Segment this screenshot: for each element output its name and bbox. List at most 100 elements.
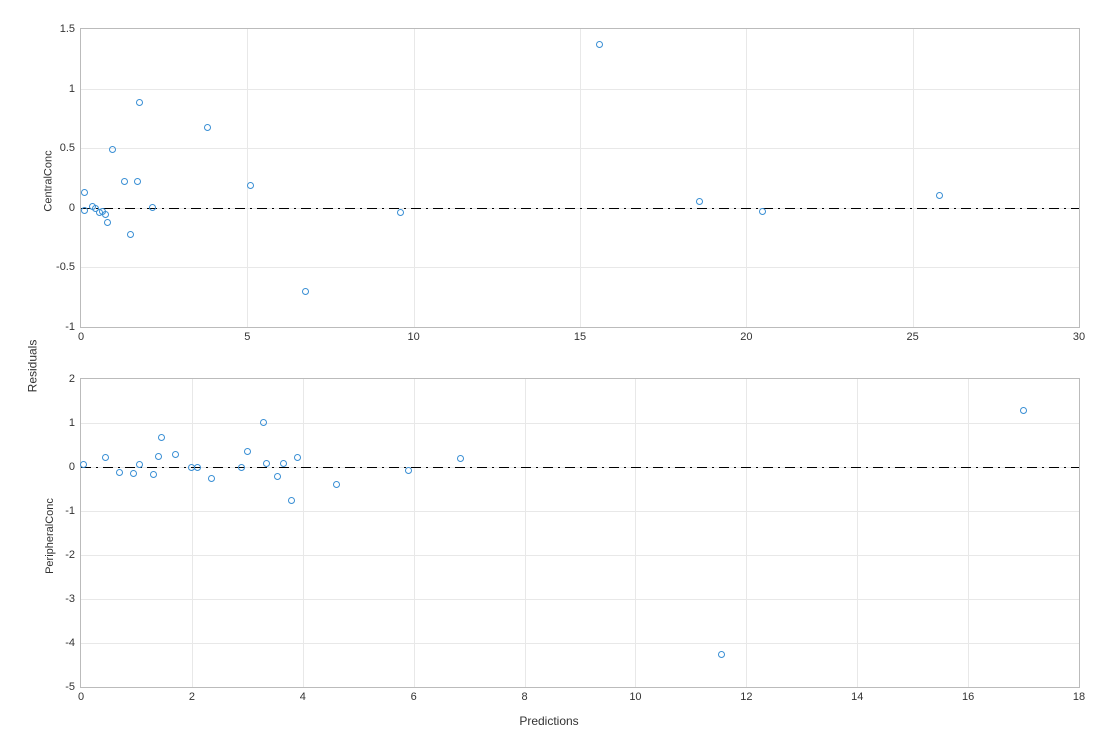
zero-reference-line [81,208,1079,209]
data-point [121,178,128,185]
zero-reference-line [81,467,1079,468]
data-point [208,475,215,482]
x-tick-label: 25 [907,331,919,343]
data-point [596,41,603,48]
gridline-h [81,89,1079,90]
x-tick-label: 2 [189,691,195,703]
x-tick-label: 20 [740,331,752,343]
data-point [244,448,251,455]
x-tick-label: 4 [300,691,306,703]
global-x-label: Predictions [519,714,578,728]
data-point [405,467,412,474]
x-tick-label: 0 [78,691,84,703]
data-point [263,460,270,467]
x-tick-label: 14 [851,691,863,703]
data-point [718,651,725,658]
gridline-v [247,29,248,327]
x-tick-label: 10 [629,691,641,703]
gridline-v [414,379,415,687]
figure: Residuals Predictions CentralConc 051015… [0,0,1098,732]
y-tick-label: 0 [69,202,75,214]
x-tick-label: 6 [411,691,417,703]
gridline-v [192,379,193,687]
x-tick-label: 18 [1073,691,1085,703]
gridline-v [746,379,747,687]
data-point [127,231,134,238]
data-point [238,464,245,471]
data-point [288,497,295,504]
gridline-v [746,29,747,327]
global-y-label: Residuals [25,340,39,393]
y-tick-label: -0.5 [56,261,75,273]
data-point [150,471,157,478]
data-point [116,469,123,476]
gridline-v [525,379,526,687]
data-point [280,460,287,467]
plot-area-central: 051015202530-1-0.500.511.5 [80,28,1080,328]
x-tick-label: 0 [78,331,84,343]
gridline-v [913,29,914,327]
x-tick-label: 15 [574,331,586,343]
gridline-h [81,511,1079,512]
data-point [194,464,201,471]
gridline-h [81,643,1079,644]
data-point [260,419,267,426]
x-tick-label: 5 [244,331,250,343]
x-tick-label: 10 [408,331,420,343]
gridline-h [81,423,1079,424]
data-point [397,209,404,216]
data-point [136,461,143,468]
data-point [936,192,943,199]
y-tick-label: 1 [69,83,75,95]
gridline-h [81,267,1079,268]
gridline-v [635,379,636,687]
data-point [130,470,137,477]
data-point [102,211,109,218]
y-tick-label: -2 [65,549,75,561]
y-tick-label: -4 [65,637,75,649]
gridline-v [857,379,858,687]
x-tick-label: 30 [1073,331,1085,343]
x-tick-label: 8 [521,691,527,703]
data-point [274,473,281,480]
data-point [109,146,116,153]
y-tick-label: -1 [65,321,75,333]
data-point [158,434,165,441]
y-tick-label: 0.5 [60,142,75,154]
data-point [155,453,162,460]
data-point [136,99,143,106]
x-tick-label: 12 [740,691,752,703]
y-tick-label: -1 [65,505,75,517]
data-point [81,207,88,214]
gridline-v [303,379,304,687]
gridline-h [81,555,1079,556]
panel-peripheral-ylabel: PeripheralConc [44,498,56,574]
gridline-v [968,379,969,687]
x-tick-label: 16 [962,691,974,703]
data-point [333,481,340,488]
data-point [294,454,301,461]
y-tick-label: 0 [69,461,75,473]
y-tick-label: 1 [69,417,75,429]
data-point [81,189,88,196]
y-tick-label: -5 [65,681,75,693]
data-point [134,178,141,185]
y-tick-label: 1.5 [60,23,75,35]
data-point [457,455,464,462]
gridline-v [414,29,415,327]
data-point [247,182,254,189]
gridline-h [81,599,1079,600]
gridline-v [580,29,581,327]
data-point [759,208,766,215]
data-point [102,454,109,461]
data-point [302,288,309,295]
data-point [104,219,111,226]
y-tick-label: -3 [65,593,75,605]
panel-central-ylabel: CentralConc [43,150,55,211]
data-point [204,124,211,131]
plot-area-peripheral: 024681012141618-5-4-3-2-1012 [80,378,1080,688]
data-point [172,451,179,458]
data-point [696,198,703,205]
y-tick-label: 2 [69,373,75,385]
gridline-h [81,148,1079,149]
